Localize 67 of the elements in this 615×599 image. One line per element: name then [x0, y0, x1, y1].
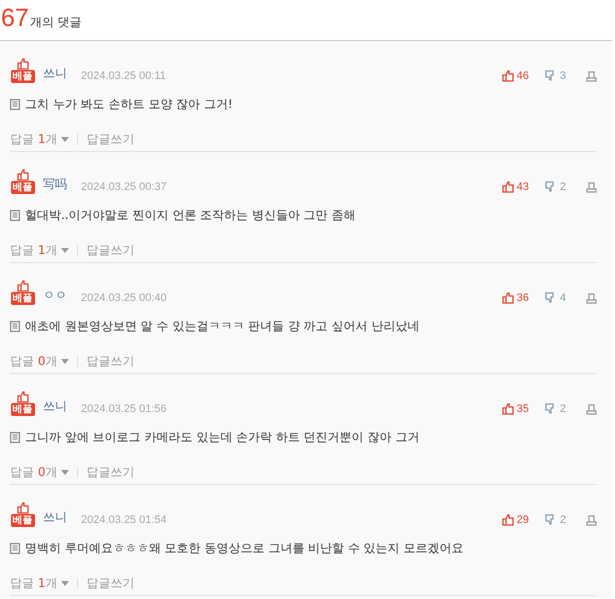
caret-icon [61, 248, 70, 253]
thumbs-up-icon [502, 403, 514, 415]
like-button[interactable]: 29 [502, 514, 529, 526]
replies-toggle[interactable]: 답글 1개 [10, 242, 70, 259]
like-button[interactable]: 46 [502, 70, 529, 82]
best-badge: 베플 [10, 181, 34, 194]
best-badge: 베플 [10, 514, 34, 527]
comment-text: 헐대박..이거야말로 찐이지 언론 조작하는 병신들아 그만 좀해 [25, 207, 356, 224]
report-icon[interactable] [586, 292, 597, 304]
replies-toggle[interactable]: 답글 0개 [10, 464, 70, 481]
thumbs-up-icon [16, 391, 28, 403]
dislike-button[interactable]: 2 [544, 403, 566, 415]
thumbs-up-icon [16, 169, 28, 181]
caret-icon [61, 470, 70, 475]
document-icon [10, 543, 20, 554]
author-name[interactable]: 쓰니 [43, 398, 67, 415]
caret-icon [61, 137, 70, 142]
replies-toggle[interactable]: 답글 1개 [10, 131, 70, 148]
best-badge: 베플 [10, 403, 34, 416]
report-icon[interactable] [586, 70, 597, 82]
best-badge: 베플 [10, 70, 34, 83]
write-reply-button[interactable]: 답글쓰기 [86, 242, 134, 259]
report-icon[interactable] [586, 182, 597, 192]
comment-text: 그니까 앞에 브이로그 카메라도 있는데 손가락 하트 던진거뿐이 잖아 그거 [25, 429, 420, 446]
write-reply-button[interactable]: 답글쓰기 [86, 353, 134, 370]
thumbs-up-icon [16, 280, 28, 292]
replies-toggle[interactable]: 답글 1개 [10, 575, 70, 592]
comment-date: 2024.03.25 00:11 [81, 70, 166, 82]
thumbs-up-icon [16, 58, 28, 70]
comment-date: 2024.03.25 00:40 [81, 292, 167, 304]
dislike-button[interactable]: 4 [544, 292, 566, 304]
document-icon [10, 321, 20, 332]
author-name[interactable]: 写吗 [43, 176, 67, 193]
thumbs-up-icon [502, 70, 514, 82]
replies-toggle[interactable]: 답글 0개 [10, 353, 70, 370]
thumbs-up-icon [502, 292, 514, 304]
document-icon [10, 210, 20, 221]
write-reply-button[interactable]: 답글쓰기 [86, 131, 134, 148]
comments-title: 개의 댓글 [30, 14, 82, 31]
write-reply-button[interactable]: 답글쓰기 [86, 464, 134, 481]
thumbs-up-icon [502, 181, 514, 193]
document-icon [10, 99, 20, 110]
dislike-button[interactable]: 2 [544, 514, 566, 526]
write-reply-button[interactable]: 답글쓰기 [86, 575, 134, 592]
dislike-button[interactable]: 3 [544, 70, 566, 82]
caret-icon [61, 581, 70, 586]
author-name[interactable]: 쓰니 [43, 509, 67, 526]
comment-text: 명백히 루머예요ㅎㅎㅎ왜 모호한 동영상으로 그녀를 비난할 수 있는지 모르겠어요 [25, 540, 464, 557]
report-icon[interactable] [586, 514, 597, 526]
comment-date: 2024.03.25 00:37 [81, 181, 167, 193]
comment-text: 애초에 원본영상보면 알 수 있는걸ㅋㅋㅋ 판녀들 걍 까고 싶어서 난리났네 [25, 318, 420, 335]
like-button[interactable]: 36 [502, 292, 529, 304]
thumbs-up-icon [16, 502, 28, 514]
like-button[interactable]: 43 [502, 181, 529, 193]
comment-text: 그치 누가 봐도 손하트 모양 잖아 그거! [25, 96, 233, 113]
report-icon[interactable] [586, 404, 597, 414]
author-name[interactable]: ㅇㅇ [43, 287, 67, 304]
best-badge: 베플 [10, 292, 34, 305]
caret-icon [61, 359, 70, 364]
document-icon [10, 432, 20, 443]
like-button[interactable]: 35 [502, 403, 529, 415]
comment-date: 2024.03.25 01:56 [81, 403, 167, 415]
comment-date: 2024.03.25 01:54 [81, 514, 167, 526]
thumbs-up-icon [502, 514, 514, 526]
author-name[interactable]: 쓰니 [43, 65, 67, 82]
comment-count: 67 [1, 4, 29, 33]
dislike-button[interactable]: 2 [544, 181, 566, 193]
